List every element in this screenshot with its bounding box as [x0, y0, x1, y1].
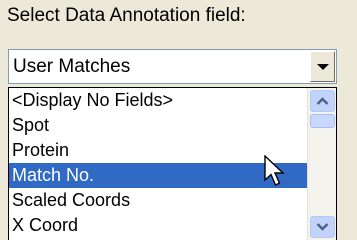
scroll-down-button[interactable] [310, 216, 335, 238]
annotation-field-select[interactable]: User Matches [8, 49, 337, 84]
scroll-thumb[interactable] [310, 114, 335, 128]
list-item[interactable]: Protein [9, 138, 307, 163]
mouse-pointer-icon [264, 155, 285, 186]
vertical-scrollbar[interactable] [307, 88, 336, 240]
selected-value: User Matches [13, 56, 131, 77]
list-item[interactable]: X Coord [9, 213, 307, 238]
dropdown-button[interactable] [310, 51, 335, 82]
chevron-down-icon [317, 64, 329, 70]
list-item[interactable]: <Display No Fields> [9, 88, 307, 113]
field-label: Select Data Annotation field: [7, 5, 246, 26]
chevron-down-icon [316, 223, 329, 231]
list-item[interactable]: Scaled Coords [9, 188, 307, 213]
list-item-selected[interactable]: Match No. [9, 163, 307, 188]
scroll-up-button[interactable] [310, 90, 335, 112]
list-item[interactable]: Spot [9, 113, 307, 138]
chevron-up-icon [316, 97, 329, 105]
